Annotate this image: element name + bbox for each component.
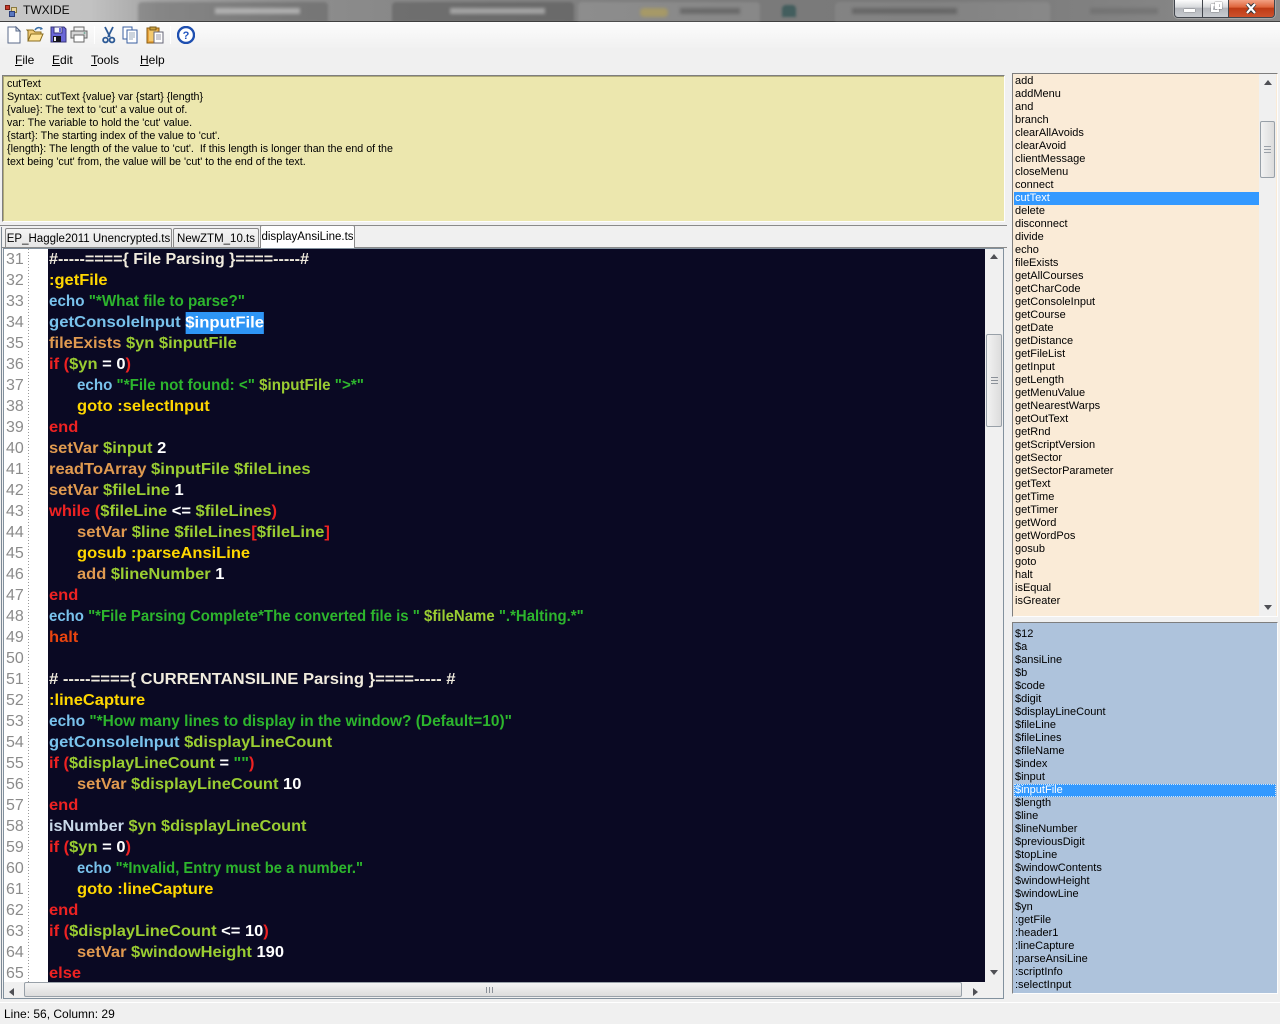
svg-text:?: ? (183, 30, 190, 42)
